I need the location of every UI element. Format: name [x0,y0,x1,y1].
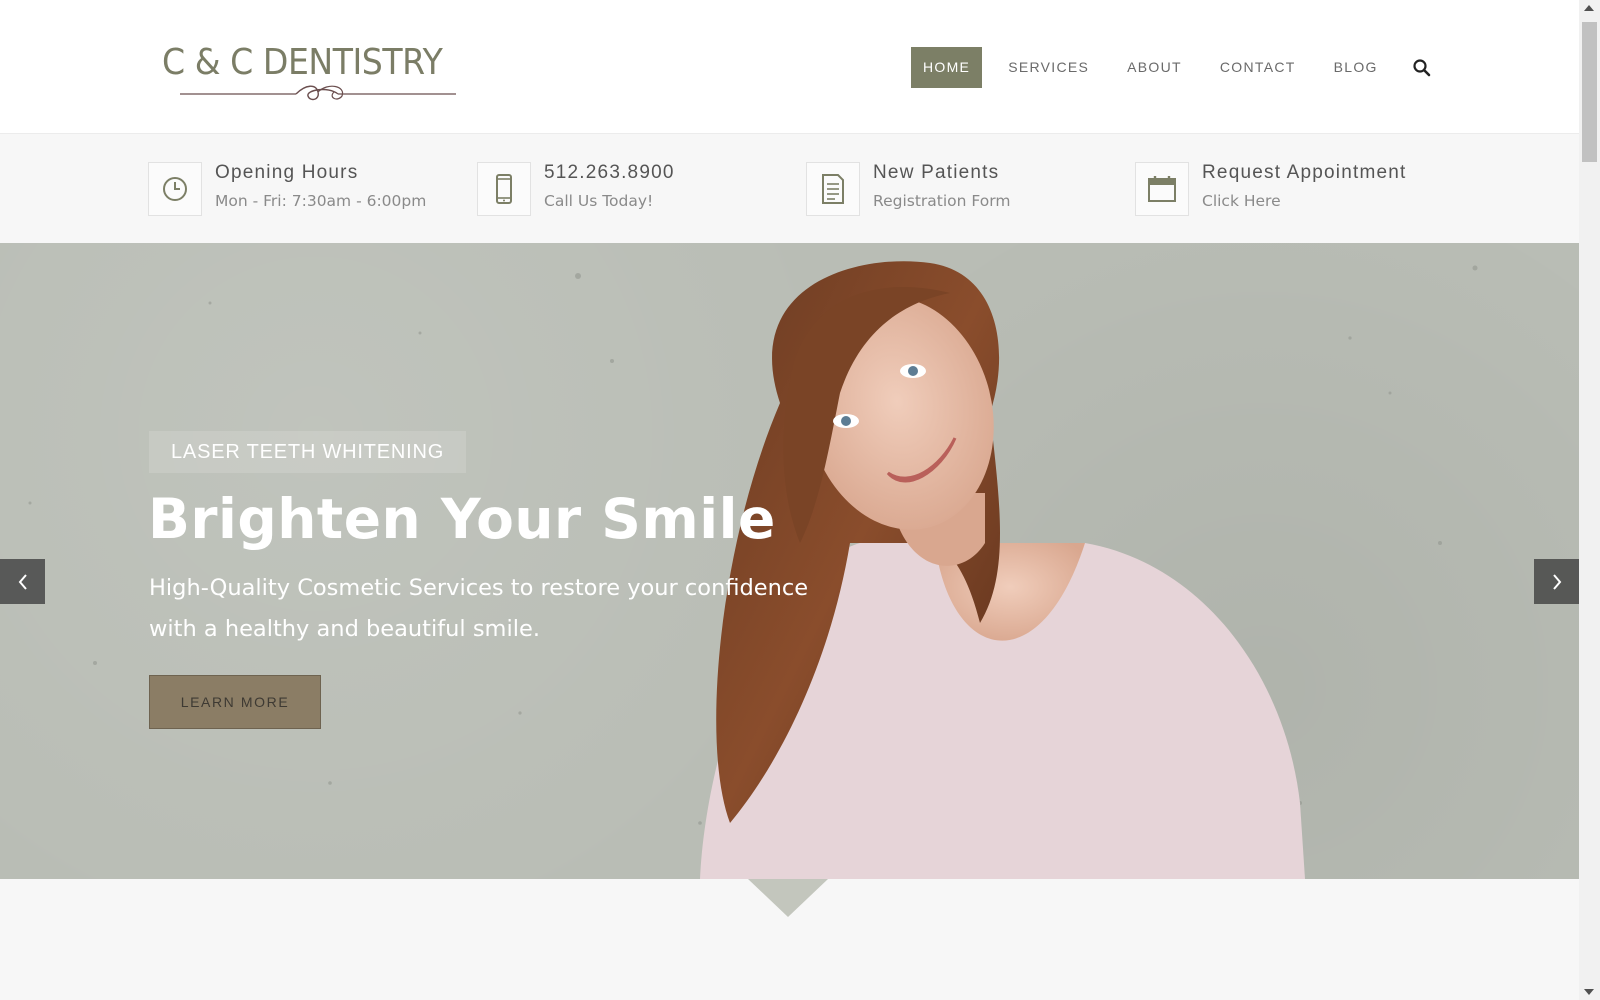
logo-flourish [180,85,456,101]
slider-prev-button[interactable] [0,559,45,604]
nav-item-services[interactable]: SERVICES [996,47,1101,88]
scroll-up-arrow-icon[interactable] [1584,5,1594,11]
document-icon [806,162,860,216]
hero-slider: LASER TEETH WHITENING Brighten Your Smil… [0,243,1579,879]
info-title: Request Appointment [1202,162,1407,183]
scroll-thumb[interactable] [1582,22,1597,162]
nav-item-about[interactable]: ABOUT [1115,47,1194,88]
logo[interactable]: C & C DENTISTRY [160,38,460,108]
hero-text: High-Quality Cosmetic Services to restor… [149,575,809,642]
scrollbar[interactable] [1579,0,1600,1000]
clock-icon [148,162,202,216]
calendar-icon [1135,162,1189,216]
learn-more-button[interactable]: LEARN MORE [149,675,321,729]
nav-item-contact[interactable]: CONTACT [1208,47,1308,88]
search-icon[interactable] [1412,58,1432,78]
chevron-right-icon [1552,573,1561,590]
info-title: Opening Hours [215,162,359,183]
info-subtitle: Call Us Today! [544,192,654,210]
hero-photo [28,261,1478,879]
scroll-down-arrow-icon[interactable] [1584,989,1594,995]
nav-item-home[interactable]: HOME [911,47,983,88]
info-subtitle: Registration Form [873,192,1011,210]
chevron-left-icon [18,573,27,590]
phone-icon [477,162,531,216]
slider-next-button[interactable] [1534,559,1579,604]
hero-tagline: LASER TEETH WHITENING [149,431,467,473]
main-nav: HOME SERVICES ABOUT CONTACT BLOG [911,47,1404,88]
info-title: 512.263.8900 [544,162,675,183]
nav-item-blog[interactable]: BLOG [1322,47,1390,88]
info-subtitle: Mon - Fri: 7:30am - 6:00pm [215,192,427,210]
hero-title: Brighten Your Smile [148,487,776,551]
info-bar: Opening Hours Mon - Fri: 7:30am - 6:00pm… [0,134,1579,243]
logo-text: C & C DENTISTRY [162,42,443,83]
info-subtitle: Click Here [1202,192,1281,210]
info-title: New Patients [873,162,1000,183]
section-pointer [748,879,828,917]
site-header: C & C DENTISTRY HOME SERVICES ABOUT CONT… [0,0,1579,134]
